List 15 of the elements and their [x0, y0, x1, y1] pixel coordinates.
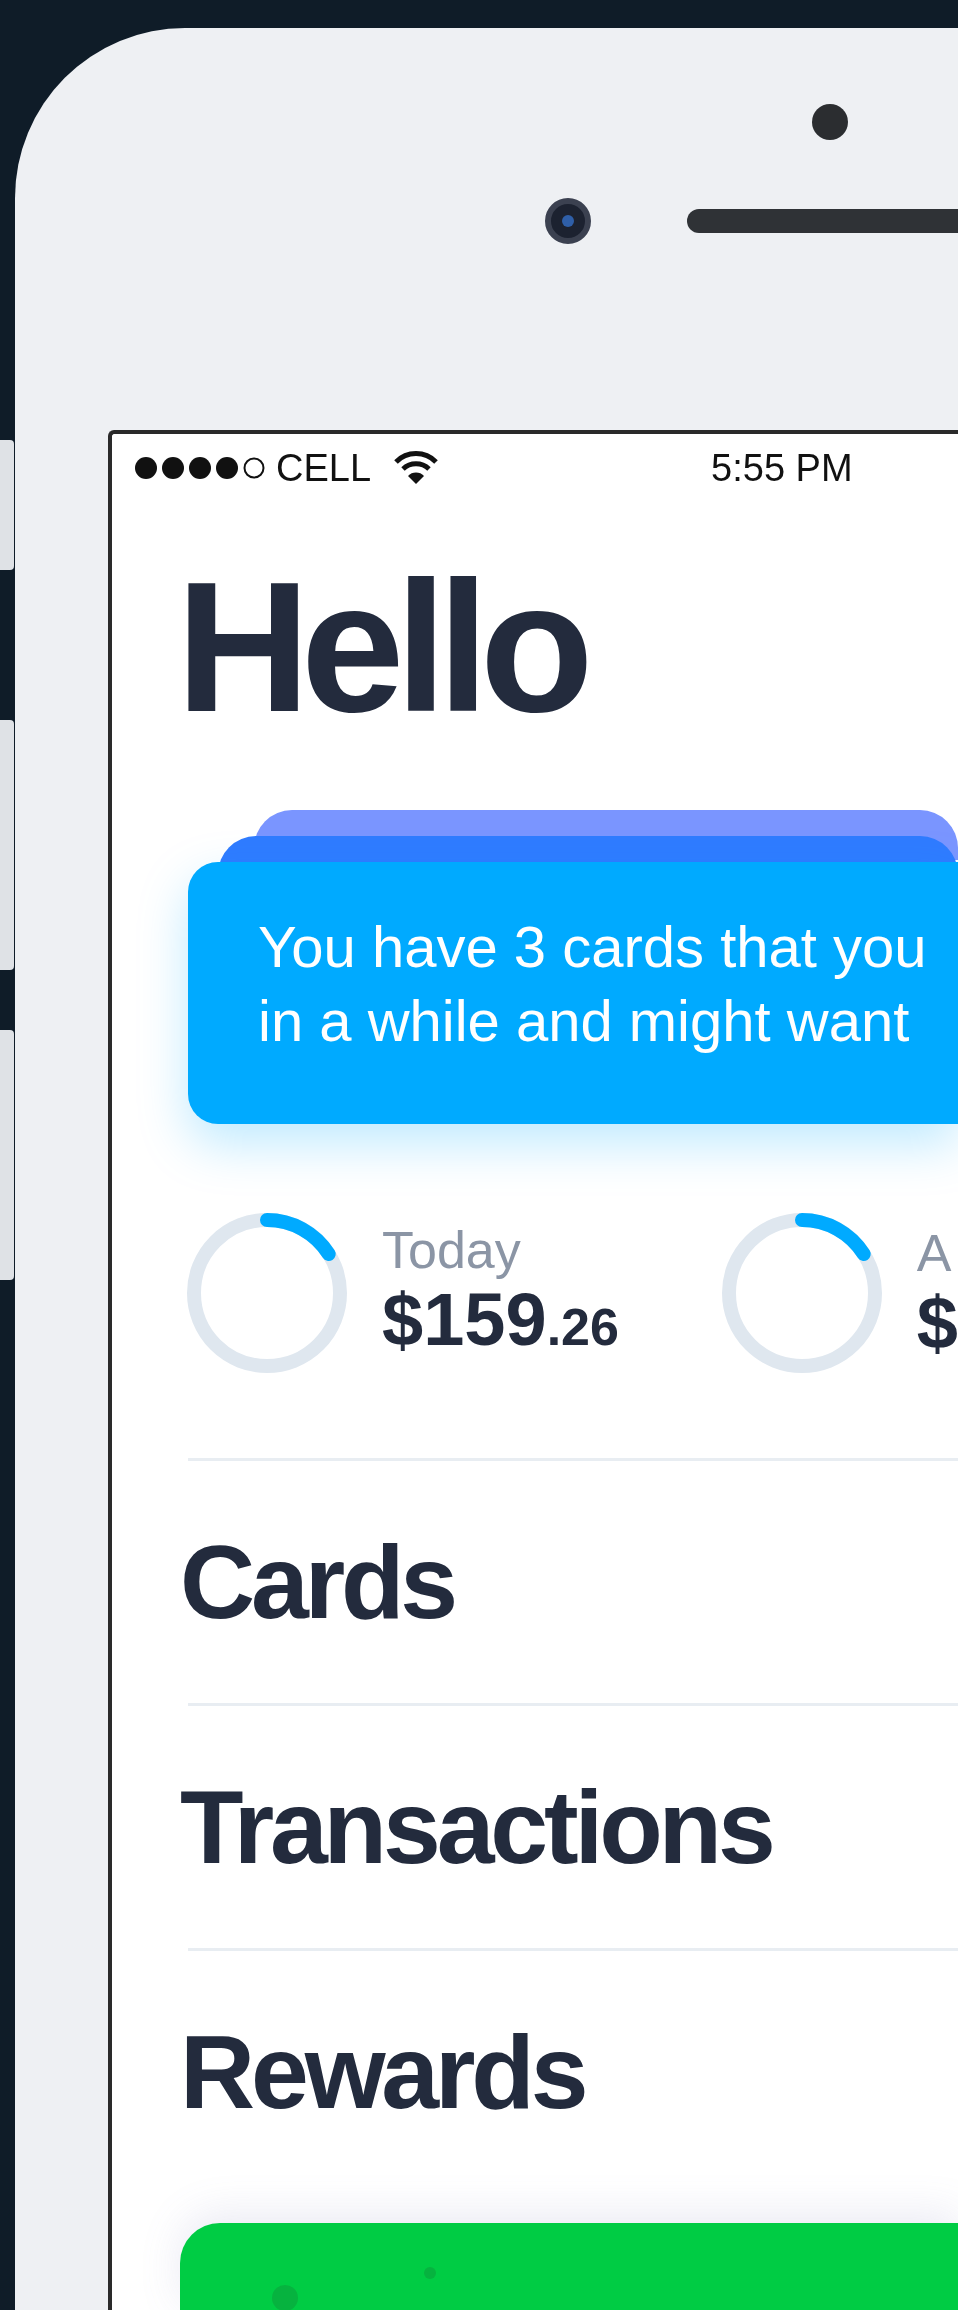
stat-amount: $159.26 — [382, 1279, 619, 1363]
notice-text: You have 3 cards that you in a while and might want — [258, 913, 928, 1055]
section-heading[interactable]: Transactions — [180, 1706, 958, 1948]
section-heading[interactable]: Rewards — [180, 1951, 958, 2193]
stat-label: Today — [382, 1219, 522, 1280]
stat-amount: $ — [916, 1283, 958, 1363]
camera-icon — [545, 198, 591, 244]
signal-icon — [134, 456, 266, 480]
stat-label: A — [916, 1223, 953, 1283]
wifi-icon — [393, 450, 440, 486]
status-time: 5:55 PM — [711, 445, 853, 491]
section-heading[interactable]: Cards — [180, 1461, 958, 1703]
greeting-heading: Hello — [176, 554, 586, 740]
sensor-icon — [812, 104, 848, 140]
carrier-label: CELL — [276, 445, 372, 491]
